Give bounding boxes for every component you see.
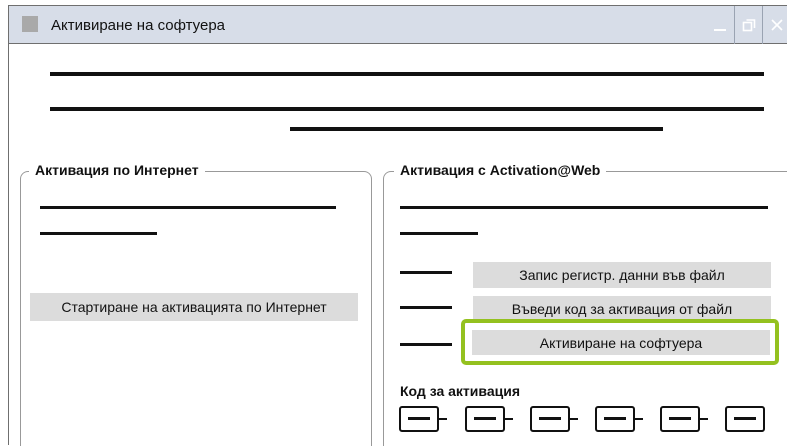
text-placeholder-line [40,206,336,209]
close-button[interactable] [762,6,787,44]
activation-code-segment-1[interactable] [399,406,439,432]
text-placeholder-line [400,343,452,346]
text-placeholder-line [400,271,452,274]
minimize-icon [714,29,726,31]
activation-code-segment-4[interactable] [595,406,635,432]
text-placeholder-line [50,72,764,76]
text-placeholder-line [400,206,768,209]
activation-code-label: Код за активация [400,383,520,399]
restore-button[interactable] [734,6,762,44]
code-separator [505,418,513,420]
app-icon [22,16,38,32]
text-placeholder-line [400,232,478,235]
activation-code-segment-5[interactable] [660,406,700,432]
text-placeholder-line [290,127,663,131]
internet-activation-legend: Активация по Интернет [29,162,205,178]
save-registration-data-button[interactable]: Запис регистр. данни във файл [473,262,771,288]
text-placeholder-line [400,306,452,309]
code-separator [570,418,578,420]
web-activation-legend: Активация с Activation@Web [394,162,607,178]
minimize-button[interactable] [706,6,734,44]
activation-code-segment-2[interactable] [465,406,505,432]
code-separator [635,418,643,420]
close-icon [770,19,783,31]
title-bar: Активиране на софтуера [9,6,787,44]
text-placeholder-line [40,232,157,235]
window-title: Активиране на софтуера [51,17,226,34]
activate-software-button[interactable]: Активиране на софтуера [472,330,770,355]
restore-icon [742,19,755,32]
start-internet-activation-button[interactable]: Стартиране на активацията по Интернет [30,293,358,321]
code-separator [700,418,708,420]
code-separator [439,418,447,420]
activation-code-segment-6[interactable] [725,406,765,432]
text-placeholder-line [50,107,764,111]
activation-code-segment-3[interactable] [530,406,570,432]
window-controls [706,6,787,44]
